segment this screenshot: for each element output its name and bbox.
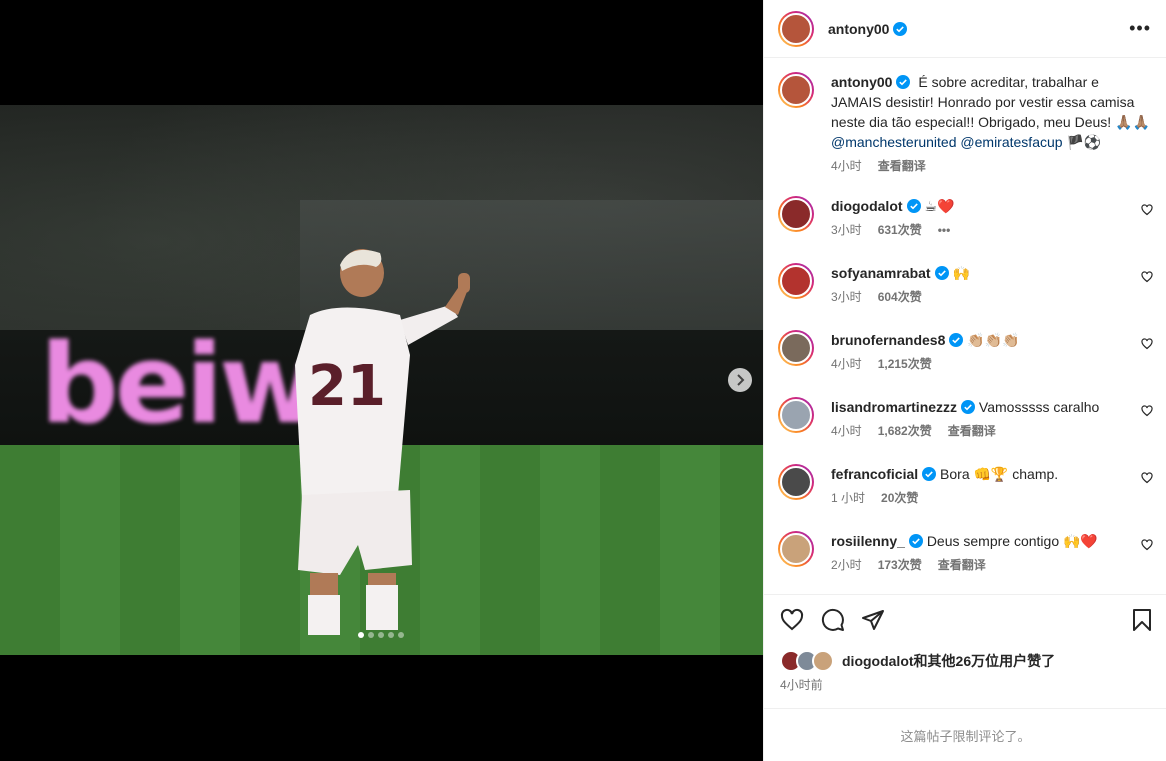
comment-row: lisandromartinezzz Vamosssss caralho 4小时 1… [778, 397, 1153, 441]
see-translation-link[interactable]: 查看翻译 [938, 555, 986, 575]
carousel-dot [358, 632, 364, 638]
comment-likes[interactable]: 1,215次赞 [878, 354, 932, 374]
like-comment-heart-icon[interactable] [1141, 204, 1153, 216]
caption-author[interactable]: antony00 [831, 74, 892, 90]
football-player: 21 [295, 249, 470, 635]
comment-time: 2小时 [831, 558, 862, 572]
comment-text: 🙌 [952, 265, 970, 281]
avatar-image [780, 466, 812, 498]
comment-text: Deus sempre contigo 🙌❤️ [926, 533, 1098, 549]
comment-row: rosiilenny_ Deus sempre contigo 🙌❤️ 2小时 17… [778, 531, 1153, 575]
comments-limited-notice: 这篇帖子限制评论了。 [764, 708, 1166, 761]
avatar-image [780, 533, 812, 565]
comment-text: Bora 👊🏆 champ. [940, 466, 1059, 482]
see-translation-link[interactable]: 查看翻译 [878, 156, 926, 176]
comment-time: 3小时 [831, 290, 862, 304]
verified-badge-icon [906, 199, 921, 213]
caption-emoji: 🏴⚽ [1066, 134, 1102, 150]
comment-time: 3小时 [831, 223, 862, 237]
comment-row: fefrancoficial Bora 👊🏆 champ. 1 小时 20次赞 [778, 464, 1153, 508]
like-comment-heart-icon[interactable] [1141, 539, 1153, 551]
comment-author[interactable]: lisandromartinezzz [831, 399, 957, 415]
avatar[interactable] [778, 10, 814, 47]
comment-row: brunofernandes8 👏🏼👏🏼👏🏼 4小时 1,215次赞 [778, 330, 1153, 374]
comment-likes[interactable]: 604次赞 [878, 287, 922, 307]
likes-summary[interactable]: diogodalot和其他26万位用户赞了 [780, 650, 1055, 672]
carousel-dot [368, 632, 374, 638]
comment-author[interactable]: sofyanamrabat [831, 265, 931, 281]
comment-row: sofyanamrabat 🙌 3小时 604次赞 [778, 263, 1153, 307]
avatar[interactable] [778, 531, 814, 567]
bookmark-icon[interactable] [1131, 608, 1153, 632]
comment-row: diogodalot ☕❤️ 3小时 631次赞 ••• [778, 196, 1153, 240]
post-header: antony00 ••• [764, 0, 1166, 58]
svg-text:21: 21 [308, 354, 386, 419]
post-media: beiwa 21 [0, 0, 763, 761]
avatar[interactable] [778, 263, 814, 299]
mention-link[interactable]: @emiratesfacup [960, 134, 1062, 150]
avatar-image [780, 265, 812, 297]
avatar[interactable] [778, 464, 814, 500]
like-comment-heart-icon[interactable] [1141, 338, 1153, 350]
comment-likes[interactable]: 1,682次赞 [878, 421, 932, 441]
comment-time: 4小时 [831, 424, 862, 438]
comment-likes[interactable]: 631次赞 [878, 220, 922, 240]
verified-badge-icon [949, 333, 964, 347]
carousel-dot [378, 632, 384, 638]
comment-author[interactable]: brunofernandes8 [831, 332, 945, 348]
like-comment-heart-icon[interactable] [1141, 472, 1153, 484]
next-slide-button[interactable] [728, 368, 752, 392]
avatar[interactable] [778, 330, 814, 366]
caption-time: 4小时 [831, 159, 862, 173]
share-icon[interactable] [861, 608, 885, 632]
verified-badge-icon [961, 400, 976, 414]
avatar [812, 650, 834, 672]
post-side-panel: antony00 ••• antony00 É sobre acreditar,… [763, 0, 1166, 761]
likes-text: diogodalot和其他26万位用户赞了 [842, 653, 1056, 669]
avatar[interactable] [778, 397, 814, 433]
chevron-right-icon [737, 374, 745, 386]
avatar[interactable] [778, 196, 814, 232]
post-author[interactable]: antony00 [828, 21, 889, 37]
comment-time: 1 小时 [831, 491, 866, 505]
post-timestamp: 4小时前 [780, 678, 823, 692]
carousel-indicator [358, 632, 404, 638]
avatar-image [780, 332, 812, 364]
like-comment-heart-icon[interactable] [1141, 271, 1153, 283]
comment-text: 👏🏼👏🏼👏🏼 [967, 332, 1020, 348]
comment-more-button[interactable]: ••• [938, 220, 951, 240]
action-bar [764, 594, 1166, 644]
heart-icon[interactable] [780, 608, 804, 632]
verified-badge-icon [934, 266, 949, 280]
post-photo[interactable]: beiwa 21 [0, 105, 763, 655]
verified-badge-icon [893, 21, 908, 36]
comment-likes[interactable]: 173次赞 [878, 555, 922, 575]
verified-badge-icon [896, 75, 911, 89]
like-comment-heart-icon[interactable] [1141, 405, 1153, 417]
comment-likes[interactable]: 20次赞 [881, 488, 918, 508]
post-caption: antony00 É sobre acreditar, trabalhar e … [778, 72, 1153, 176]
carousel-dot [398, 632, 404, 638]
avatar-image [780, 198, 812, 230]
avatar[interactable] [778, 72, 814, 108]
comment-author[interactable]: diogodalot [831, 198, 903, 214]
comment-text: Vamosssss caralho [978, 399, 1100, 415]
verified-badge-icon [922, 467, 937, 481]
more-options-button[interactable]: ••• [1129, 18, 1151, 39]
verified-badge-icon [908, 534, 923, 548]
comment-icon[interactable] [821, 608, 845, 632]
comment-author[interactable]: fefrancoficial [831, 466, 918, 482]
avatar-image [780, 399, 812, 431]
comment-text: ☕❤️ [924, 198, 955, 214]
carousel-dot [388, 632, 394, 638]
see-translation-link[interactable]: 查看翻译 [948, 421, 996, 441]
comment-time: 4小时 [831, 357, 862, 371]
comment-author[interactable]: rosiilenny_ [831, 533, 905, 549]
mention-link[interactable]: @manchesterunited [831, 134, 957, 150]
